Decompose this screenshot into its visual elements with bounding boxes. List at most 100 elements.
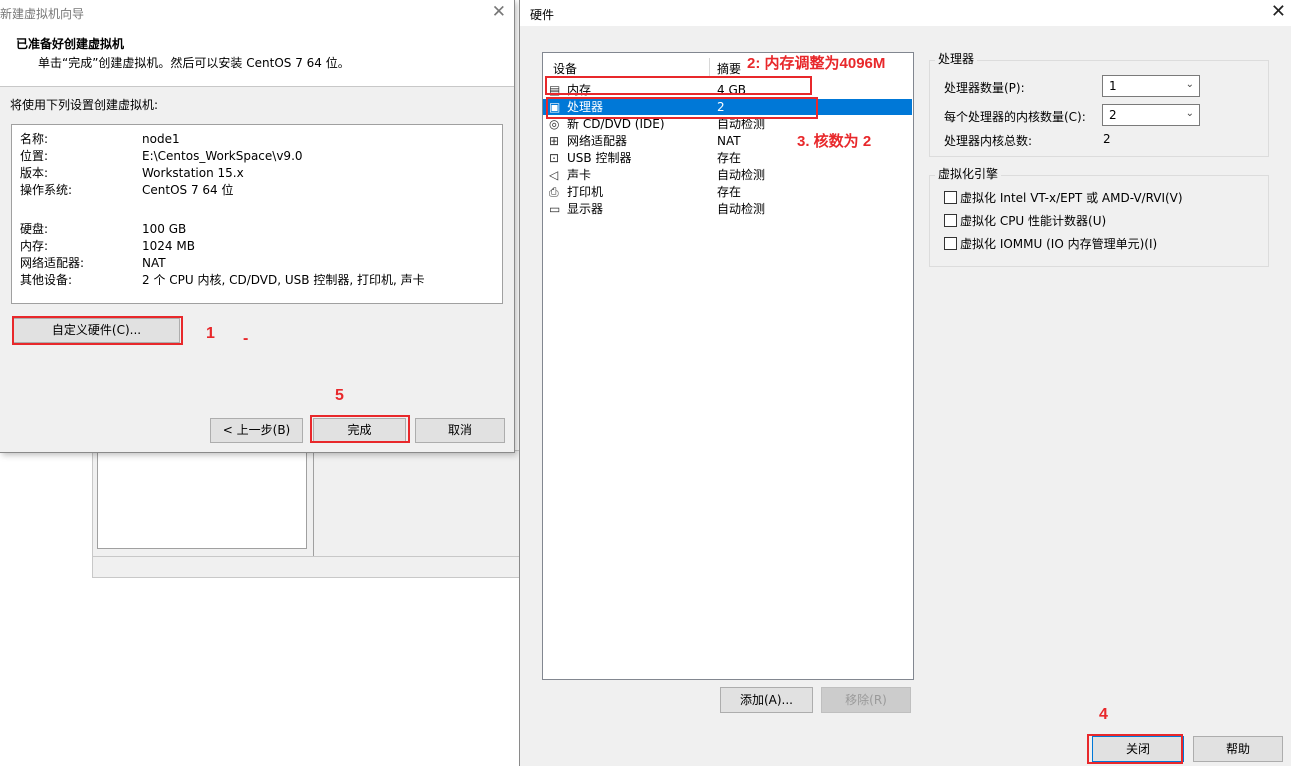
summary-key: 硬盘: — [20, 222, 49, 236]
checkbox[interactable] — [944, 237, 957, 250]
summary-key: 版本: — [20, 166, 49, 180]
cd-dvd-icon: ◎ — [549, 117, 560, 131]
annotation-step-1: 1 — [206, 325, 215, 342]
checkbox[interactable] — [944, 191, 957, 204]
device-name: USB 控制器 — [567, 151, 632, 165]
device-name: 新 CD/DVD (IDE) — [567, 117, 665, 131]
device-summary: 2 — [717, 100, 725, 114]
processor-count-select[interactable]: 1 ⌄ — [1102, 75, 1200, 97]
summary-key: 名称: — [20, 132, 49, 146]
hardware-titlebar: 硬件 ✕ — [520, 0, 1291, 26]
background-window-statusbar — [92, 556, 522, 557]
column-separator — [709, 58, 710, 76]
cpu-counters-checkbox-row[interactable]: 虚拟化 CPU 性能计数器(U) — [944, 213, 1106, 229]
processor-icon: ▣ — [549, 100, 561, 114]
chevron-down-icon: ⌄ — [1185, 108, 1194, 119]
checkbox-label: 虚拟化 CPU 性能计数器(U) — [960, 214, 1107, 228]
device-row-processor[interactable]: ▣ 处理器 2 — [543, 99, 912, 115]
device-name: 处理器 — [567, 100, 604, 114]
cores-per-processor-select[interactable]: 2 ⌄ — [1102, 104, 1200, 126]
cores-per-processor-value: 2 — [1109, 108, 1117, 122]
virtualization-group-label: 虚拟化引擎 — [935, 165, 1002, 182]
device-name: 网络适配器 — [567, 134, 628, 148]
summary-value: 100 GB — [142, 222, 187, 236]
checkbox-label: 虚拟化 Intel VT-x/EPT 或 AMD-V/RVI(V) — [960, 191, 1183, 205]
device-summary: NAT — [717, 134, 741, 148]
summary-key: 位置: — [20, 149, 49, 163]
summary-value: 2 个 CPU 内核, CD/DVD, USB 控制器, 打印机, 声卡 — [142, 273, 425, 287]
summary-value: Workstation 15.x — [142, 166, 244, 180]
new-vm-wizard-dialog: 新建虚拟机向导 ✕ 已准备好创建虚拟机 单击“完成”创建虚拟机。然后可以安装 C… — [0, 0, 515, 453]
summary-value: CentOS 7 64 位 — [142, 183, 234, 197]
close-icon[interactable]: ✕ — [1271, 1, 1286, 23]
device-summary: 自动检测 — [717, 117, 766, 131]
settings-section-label: 将使用下列设置创建虚拟机: — [10, 98, 159, 112]
remove-device-button: 移除(R) — [821, 687, 911, 713]
vtx-ept-checkbox-row[interactable]: 虚拟化 Intel VT-x/EPT 或 AMD-V/RVI(V) — [944, 190, 1183, 206]
annotation-dash: - — [243, 330, 249, 347]
device-name: 内存 — [567, 83, 592, 97]
checkbox-label: 虚拟化 IOMMU (IO 内存管理单元)(I) — [960, 237, 1158, 251]
checkbox[interactable] — [944, 214, 957, 227]
cancel-button[interactable]: 取消 — [415, 418, 505, 443]
usb-controller-icon: ⊡ — [549, 151, 560, 165]
annotation-step-4: 4 — [1099, 706, 1108, 723]
total-cores-value: 2 — [1103, 132, 1111, 146]
sound-card-icon: ◁ — [549, 168, 559, 182]
background-window-divider — [313, 450, 314, 556]
close-button[interactable]: 关闭 — [1092, 736, 1184, 762]
column-header-device[interactable]: 设备 — [553, 60, 577, 77]
device-summary: 自动检测 — [717, 202, 766, 216]
background-window-pane — [97, 450, 307, 549]
wizard-title: 新建虚拟机向导 — [0, 7, 85, 21]
network-adapter-icon: ⊞ — [549, 134, 560, 148]
wizard-subheading: 单击“完成”创建虚拟机。然后可以安装 CentOS 7 64 位。 — [38, 56, 350, 70]
processor-count-label: 处理器数量(P): — [944, 81, 1025, 95]
annotation-step-2: 2: 内存调整为4096M — [747, 55, 886, 72]
wizard-header: 已准备好创建虚拟机 单击“完成”创建虚拟机。然后可以安装 CentOS 7 64… — [0, 26, 514, 87]
device-row-display[interactable]: ▭ 显示器 自动检测 — [543, 201, 912, 217]
customize-hardware-button[interactable]: 自定义硬件(C)... — [13, 318, 180, 343]
device-summary: 自动检测 — [717, 168, 766, 182]
summary-value: NAT — [142, 256, 166, 270]
wizard-titlebar: 新建虚拟机向导 ✕ — [0, 0, 514, 26]
annotation-step-5: 5 — [335, 387, 344, 404]
processor-group-label: 处理器 — [935, 50, 978, 67]
close-icon[interactable]: ✕ — [492, 2, 506, 22]
summary-key: 内存: — [20, 239, 49, 253]
device-row-printer[interactable]: ⎙ 打印机 存在 — [543, 184, 912, 200]
summary-value: E:\Centos_WorkSpace\v9.0 — [142, 149, 303, 163]
iommu-checkbox-row[interactable]: 虚拟化 IOMMU (IO 内存管理单元)(I) — [944, 236, 1157, 252]
device-summary: 存在 — [717, 185, 742, 199]
device-row-sound-card[interactable]: ◁ 声卡 自动检测 — [543, 167, 912, 183]
cores-per-processor-label: 每个处理器的内核数量(C): — [944, 110, 1086, 124]
finish-button[interactable]: 完成 — [313, 418, 406, 443]
device-name: 声卡 — [567, 168, 592, 182]
summary-key: 网络适配器: — [20, 256, 85, 270]
printer-icon: ⎙ — [549, 185, 559, 199]
help-button[interactable]: 帮助 — [1193, 736, 1283, 762]
previous-button[interactable]: < 上一步(B) — [210, 418, 303, 443]
device-summary: 存在 — [717, 151, 742, 165]
settings-summary: 名称: node1 位置: E:\Centos_WorkSpace\v9.0 版… — [11, 124, 503, 304]
memory-icon: ▤ — [549, 83, 561, 97]
processor-count-value: 1 — [1109, 79, 1117, 93]
hardware-title: 硬件 — [530, 8, 555, 22]
total-cores-label: 处理器内核总数: — [944, 134, 1033, 148]
device-row-usb-controller[interactable]: ⊡ USB 控制器 存在 — [543, 150, 912, 166]
summary-value: node1 — [142, 132, 180, 146]
chevron-down-icon: ⌄ — [1185, 79, 1194, 90]
add-device-button[interactable]: 添加(A)... — [720, 687, 813, 713]
summary-key: 其他设备: — [20, 273, 73, 287]
column-header-summary[interactable]: 摘要 — [717, 60, 741, 77]
summary-value: 1024 MB — [142, 239, 195, 253]
wizard-heading: 已准备好创建虚拟机 — [16, 37, 125, 51]
device-name: 打印机 — [567, 185, 604, 199]
device-row-memory[interactable]: ▤ 内存 4 GB — [543, 82, 912, 98]
hardware-dialog: 硬件 ✕ 设备 摘要 ▤ 内存 4 GB ▣ 处理器 2 ◎ 新 CD/DVD … — [519, 0, 1291, 766]
summary-key: 操作系统: — [20, 183, 73, 197]
device-name: 显示器 — [567, 202, 604, 216]
annotation-step-3: 3. 核数为 2 — [797, 133, 872, 150]
device-summary: 4 GB — [717, 83, 746, 97]
display-icon: ▭ — [549, 202, 561, 216]
